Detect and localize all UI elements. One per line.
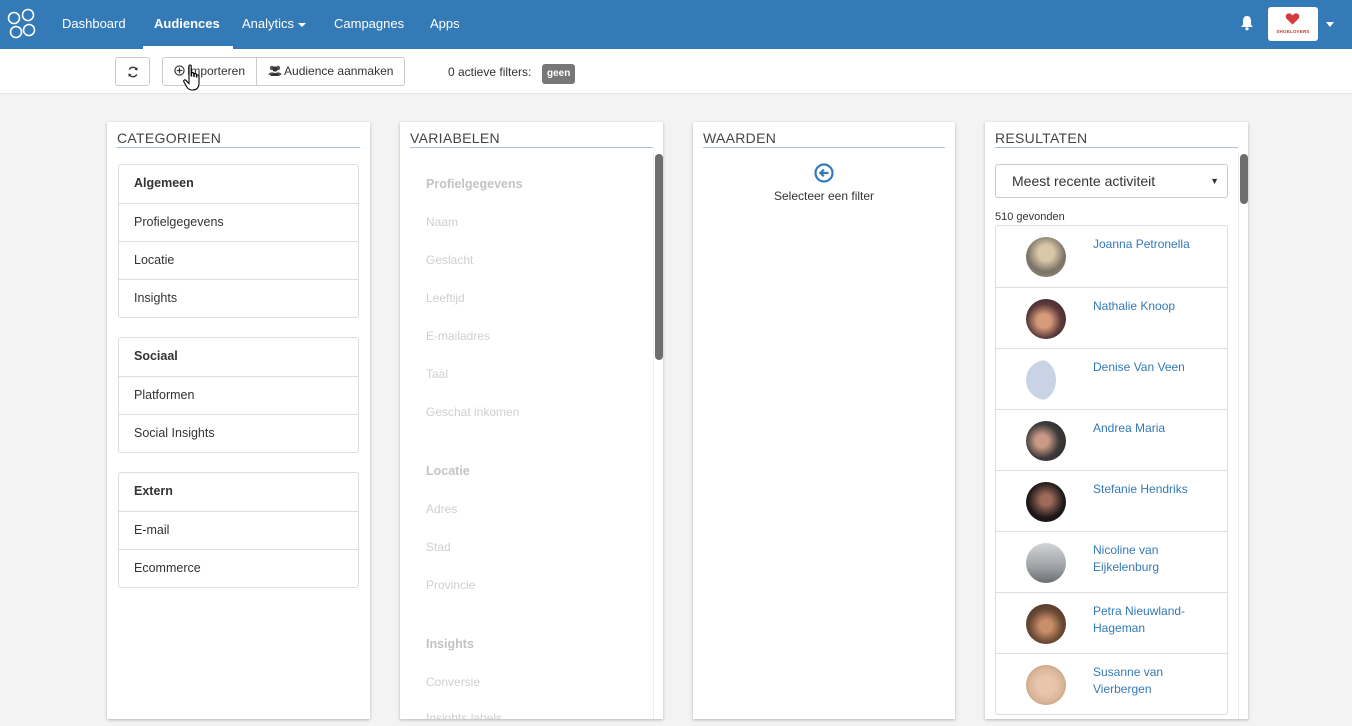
result-row[interactable]: Andrea Maria: [996, 409, 1227, 470]
variable-provincie[interactable]: Provincie: [426, 578, 475, 592]
result-row[interactable]: Petra Nieuwland-Hageman: [996, 592, 1227, 653]
results-scrollbar[interactable]: [1238, 152, 1248, 719]
result-row[interactable]: Stefanie Hendriks: [996, 470, 1227, 531]
result-name[interactable]: Denise Van Veen: [1093, 359, 1203, 376]
variable-section-insights: Insights: [426, 637, 474, 651]
nav-apps[interactable]: Apps: [430, 0, 460, 49]
result-name[interactable]: Joanna Petronella: [1093, 236, 1203, 253]
category-algemeen[interactable]: Algemeen: [119, 165, 358, 203]
categories-divider: [117, 147, 360, 148]
nav-audiences[interactable]: Audiences: [143, 0, 233, 49]
top-navbar: Dashboard Audiences Analytics Campagnes …: [0, 0, 1352, 49]
category-social-insights[interactable]: Social Insights: [119, 414, 358, 452]
variables-scrollbar-thumb[interactable]: [655, 154, 663, 360]
avatar: [1026, 482, 1066, 522]
avatar: [1026, 237, 1066, 277]
sort-select-value: Meest recente activiteit: [1012, 173, 1156, 189]
variable-adres[interactable]: Adres: [426, 502, 457, 516]
results-list: Joanna Petronella Nathalie Knoop Denise …: [995, 225, 1228, 715]
result-name[interactable]: Susanne van Vierbergen: [1093, 664, 1203, 698]
values-divider: [703, 147, 945, 148]
app-logo-icon[interactable]: [7, 8, 37, 40]
chevron-down-icon: [298, 22, 307, 27]
nav-analytics[interactable]: Analytics: [242, 0, 307, 49]
avatar: [1026, 604, 1066, 644]
avatar: [1026, 665, 1066, 705]
avatar: [1026, 543, 1066, 583]
import-button[interactable]: Importeren: [163, 58, 256, 85]
avatar: [1026, 421, 1066, 461]
result-name[interactable]: Nicoline van Eijkelenburg: [1093, 542, 1203, 576]
variable-stad[interactable]: Stad: [426, 540, 451, 554]
results-count: 510 gevonden: [995, 211, 1065, 223]
hand-cursor-icon: [183, 64, 200, 91]
result-row[interactable]: Nicoline van Eijkelenburg: [996, 531, 1227, 592]
results-divider: [995, 147, 1238, 148]
variable-geschat-inkomen[interactable]: Geschat inkomen: [426, 405, 519, 419]
category-email[interactable]: E-mail: [119, 511, 358, 549]
dropdown-arrow-icon: ▼: [1210, 176, 1219, 186]
results-title: RESULTATEN: [995, 130, 1088, 146]
variable-leeftijd[interactable]: Leeftijd: [426, 291, 465, 305]
avatar: [1026, 360, 1066, 400]
select-filter-hint: Selecteer een filter: [773, 189, 875, 203]
result-name[interactable]: Andrea Maria: [1093, 420, 1203, 437]
result-row[interactable]: Joanna Petronella: [996, 226, 1227, 287]
category-insights[interactable]: Insights: [119, 279, 358, 317]
create-audience-label: Audience aanmaken: [284, 64, 394, 78]
active-filters-label: 0 actieve filters:: [448, 65, 532, 79]
category-profielgegevens[interactable]: Profielgegevens: [119, 203, 358, 241]
arrow-circle-left-icon: [814, 163, 834, 183]
results-panel: RESULTATEN Meest recente activiteit ▼ 51…: [985, 122, 1248, 719]
bell-icon[interactable]: [1240, 15, 1254, 31]
result-row[interactable]: Denise Van Veen: [996, 348, 1227, 409]
result-row[interactable]: Nathalie Knoop: [996, 287, 1227, 348]
heart-logo-icon: [1285, 13, 1300, 25]
avatar: [1026, 299, 1066, 339]
variables-panel: VARIABELEN Profielgegevens Naam Geslacht…: [400, 122, 663, 719]
filters-badge: geen: [542, 64, 576, 84]
variable-section-location: Locatie: [426, 464, 470, 478]
category-group-social: Sociaal Platformen Social Insights: [118, 337, 359, 453]
categories-title: CATEGORIEEN: [117, 130, 222, 146]
values-title: WAARDEN: [703, 130, 777, 146]
refresh-button[interactable]: [115, 57, 150, 86]
values-panel: WAARDEN Selecteer een filter: [693, 122, 955, 719]
category-group-external: Extern E-mail Ecommerce: [118, 472, 359, 588]
category-ecommerce[interactable]: Ecommerce: [119, 549, 358, 587]
category-platformen[interactable]: Platformen: [119, 376, 358, 414]
nav-analytics-label: Analytics: [242, 16, 295, 31]
variable-conversie[interactable]: Conversie: [426, 675, 480, 689]
result-name[interactable]: Petra Nieuwland-Hageman: [1093, 603, 1203, 637]
variables-scrollbar[interactable]: [653, 152, 663, 719]
variable-naam[interactable]: Naam: [426, 215, 458, 229]
variable-taal[interactable]: Taal: [426, 367, 448, 381]
variable-geslacht[interactable]: Geslacht: [426, 253, 473, 267]
refresh-icon: [128, 66, 138, 78]
category-extern[interactable]: Extern: [119, 473, 358, 511]
nav-campagnes[interactable]: Campagnes: [334, 0, 404, 49]
variable-emailadres[interactable]: E-mailadres: [426, 329, 490, 343]
category-sociaal[interactable]: Sociaal: [119, 338, 358, 376]
category-group-general: Algemeen Profielgegevens Locatie Insight…: [118, 164, 359, 318]
account-menu-chevron-icon[interactable]: [1326, 22, 1334, 27]
account-avatar[interactable]: SHOELOVERS: [1268, 7, 1318, 41]
result-name[interactable]: Nathalie Knoop: [1093, 298, 1203, 315]
result-row[interactable]: Susanne van Vierbergen: [996, 653, 1227, 714]
variable-insights-labels[interactable]: Insights labels: [426, 711, 502, 719]
users-icon: [268, 65, 282, 76]
variable-section-profile: Profielgegevens: [426, 177, 523, 191]
results-scrollbar-thumb[interactable]: [1240, 154, 1248, 204]
variables-divider: [410, 147, 653, 148]
brand-text: SHOELOVERS: [1276, 29, 1310, 34]
nav-dashboard[interactable]: Dashboard: [62, 0, 126, 49]
categories-panel: CATEGORIEEN Algemeen Profielgegevens Loc…: [107, 122, 370, 719]
variables-title: VARIABELEN: [410, 130, 500, 146]
create-audience-button[interactable]: Audience aanmaken: [256, 58, 404, 85]
result-name[interactable]: Stefanie Hendriks: [1093, 481, 1203, 498]
category-locatie[interactable]: Locatie: [119, 241, 358, 279]
sort-select[interactable]: Meest recente activiteit ▼: [995, 164, 1228, 198]
